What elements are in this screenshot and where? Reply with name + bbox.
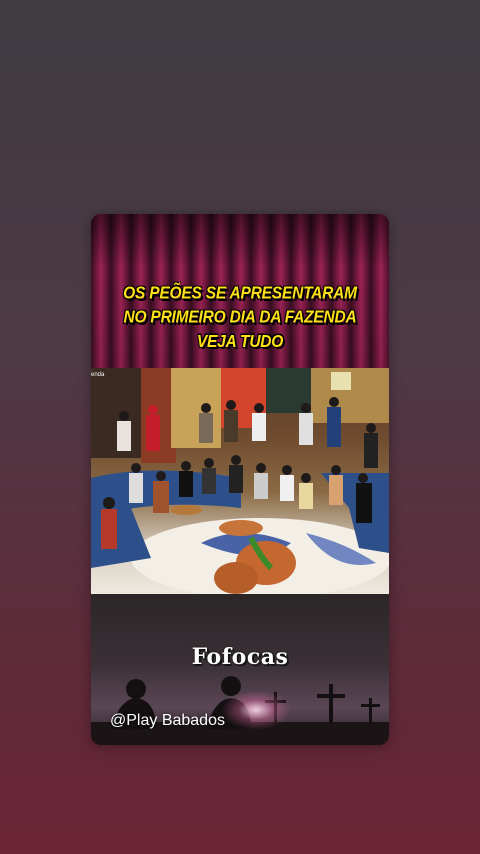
headline-line-3: VEJA TUDO [196, 331, 284, 352]
account-handle[interactable]: @Play Babados [110, 712, 225, 730]
brand-title: Fofocas [191, 644, 289, 670]
light-glow [221, 690, 291, 730]
branding-footer: Fofocas @Play Babados [91, 594, 389, 745]
story-headline: OS PEÕES SE APRESENTARAM NO PRIMEIRO DIA… [91, 281, 389, 353]
headline-line-1: OS PEÕES SE APRESENTARAM [123, 283, 357, 304]
photo-corner-text: enda [91, 372, 105, 378]
headline-line-2: NO PRIMEIRO DIA DA FAZENDA [123, 307, 357, 328]
group-photo: enda [91, 368, 389, 594]
story-card[interactable]: OS PEÕES SE APRESENTARAM NO PRIMEIRO DIA… [91, 214, 389, 745]
group-photo-illustration [91, 368, 389, 594]
